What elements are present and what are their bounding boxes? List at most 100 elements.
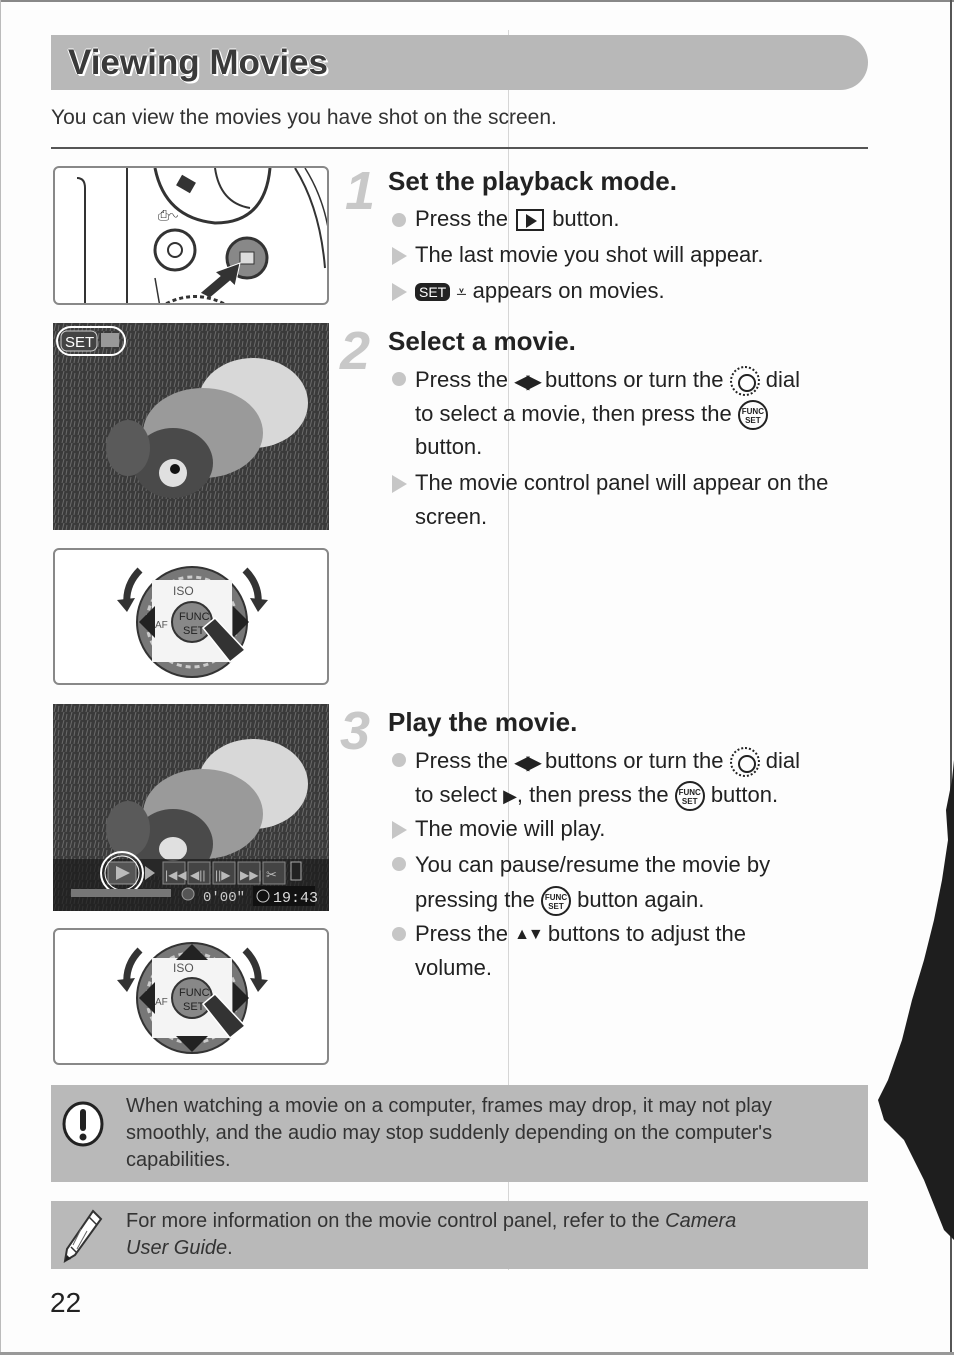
line-text: Press the [415, 747, 508, 773]
pencil-icon [63, 1209, 103, 1263]
instruction-line: Press the ◀▶ buttons or turn the dial [415, 747, 800, 777]
previous-frame-icon: ◀|| [190, 868, 205, 882]
movie-control-panel-frame: |◀◀ ◀|| ||▶ ▶▶| ✂ 0'00" 19:43 [53, 704, 329, 911]
clock-time: 19:43 [273, 890, 318, 907]
caution-note: When watching a movie on a computer, fra… [51, 1085, 868, 1182]
tip-note: For more information on the movie contro… [51, 1201, 868, 1269]
line-text: Press the [415, 921, 508, 946]
control-dial-icon [729, 366, 760, 396]
set-overlay-label: SET [65, 334, 94, 351]
control-dial-icon [729, 747, 760, 777]
first-frame-icon: |◀◀ [165, 868, 187, 882]
svg-text:⎙∿: ⎙∿ [158, 207, 178, 223]
control-dial-figure-all-directions: ISO AF FUNC. SET [53, 928, 329, 1065]
up-down-buttons-icon: ▲▼ [514, 926, 544, 944]
line-text: appears on movies. [472, 278, 665, 303]
dial-set-label: SET [183, 625, 205, 637]
instruction-line: to select a movie, then press the FUNC SE… [415, 400, 768, 430]
camera-playback-button-figure: ⎙∿ [53, 166, 329, 305]
result-line: The last movie you shot will appear. [415, 242, 764, 267]
manual-reference-link: Camera [665, 1210, 737, 1232]
tip-text: For more information on the movie contro… [126, 1208, 736, 1262]
result-arrow-icon [392, 247, 407, 265]
left-right-buttons-icon: ◀▶ [514, 751, 542, 774]
instruction-line: button. [415, 434, 483, 459]
caution-line: smoothly, and the audio may stop suddenl… [126, 1122, 773, 1144]
page-edge [0, 0, 1, 1355]
dial-set-label: SET [183, 1001, 205, 1013]
set-icon: SET [415, 283, 451, 302]
result-line: The movie will play. [415, 816, 606, 841]
page-edge [0, 0, 954, 2]
dial-af-label: AF [155, 620, 168, 631]
control-dial-illustration: ISO AF FUNC. SET [117, 942, 268, 1054]
line-text: Press the [415, 206, 508, 231]
line-text: Press the [415, 366, 508, 392]
instruction-line: You can pause/resume the movie by [415, 852, 771, 877]
movie-icon: ⩡ [456, 281, 467, 302]
result-line: The movie control panel will appear on t… [415, 470, 829, 495]
line-text: , then press the [516, 781, 669, 807]
movie-control-panel-photo: |◀◀ ◀|| ||▶ ▶▶| ✂ 0'00" 19:43 [53, 704, 329, 911]
bullet-icon [392, 857, 406, 871]
dial-iso-label: ISO [173, 584, 194, 598]
dog-movie-frame: SET [53, 323, 329, 530]
step-number: 1 [345, 161, 376, 221]
caution-icon [62, 1101, 104, 1147]
intro-text: You can view the movies you have shot on… [51, 106, 557, 129]
movie-screen-photo: SET [53, 323, 329, 530]
step-number: 3 [340, 701, 371, 761]
step-number: 2 [340, 321, 371, 381]
instruction-line: to select ▶, then press the FUNC SET butt… [415, 781, 778, 811]
tip-line: User Guide. [126, 1237, 233, 1259]
left-right-buttons-icon: ◀▶ [514, 370, 542, 393]
instruction-line: volume. [415, 955, 493, 980]
scan-shadow-artifact [878, 760, 954, 1240]
func-set-button-icon: FUNC SET [540, 886, 571, 916]
title-bar: Viewing Movies [51, 35, 868, 90]
control-dial-figure-left-right: ISO AF FUNC. SET [53, 548, 329, 685]
caution-line: When watching a movie on a computer, fra… [126, 1095, 772, 1117]
dial-func-label: FUNC. [179, 987, 213, 999]
next-frame-icon: ||▶ [215, 868, 231, 882]
bullet-icon [392, 372, 406, 386]
play-triangle-icon: ▶ [503, 785, 517, 806]
line-text: buttons to adjust the [547, 921, 746, 946]
line-text: button again. [577, 886, 705, 912]
line-text: to select [415, 781, 497, 807]
caution-text: When watching a movie on a computer, fra… [126, 1093, 772, 1174]
line-text: button. [710, 781, 779, 807]
dial-af-label: AF [155, 997, 168, 1008]
instruction-line: Press the button. [415, 206, 619, 232]
playback-button-icon [516, 209, 545, 232]
line-text: pressing the [415, 886, 535, 912]
line-text: dial [765, 747, 801, 773]
page-number: 22 [50, 1287, 82, 1318]
line-text: to select a movie, then press the [415, 400, 732, 426]
edit-scissors-icon: ✂ [266, 868, 277, 883]
tip-line: For more information on the movie contro… [126, 1210, 737, 1232]
result-arrow-icon [392, 283, 407, 301]
step-title: Play the movie. [388, 707, 578, 737]
last-frame-icon: ▶▶| [240, 868, 262, 882]
instruction-line: pressing the FUNC SET button again. [415, 886, 704, 916]
result-arrow-icon [392, 475, 407, 493]
control-dial-illustration: ISO AF FUNC. SET [117, 566, 268, 678]
instruction-line: Press the ◀▶ buttons or turn the dial [415, 366, 800, 396]
result-line: screen. [415, 504, 488, 529]
func-set-button-icon: FUNC SET [674, 781, 705, 811]
step-title: Set the playback mode. [388, 166, 677, 196]
line-text: button. [552, 206, 620, 231]
result-line: SET ⩡ appears on movies. [415, 278, 665, 304]
bullet-icon [392, 213, 406, 227]
bullet-icon [392, 927, 406, 941]
line-text: buttons or turn the [544, 747, 724, 773]
progress-bar [71, 889, 171, 897]
step-title: Select a movie. [388, 326, 576, 356]
result-arrow-icon [392, 821, 407, 839]
elapsed-time: 0'00" [203, 890, 245, 906]
dial-func-label: FUNC. [179, 611, 213, 623]
page-title: Viewing Movies [68, 43, 328, 82]
manual-reference-link: User Guide [126, 1237, 228, 1259]
camera-illustration: ⎙∿ [76, 168, 327, 303]
